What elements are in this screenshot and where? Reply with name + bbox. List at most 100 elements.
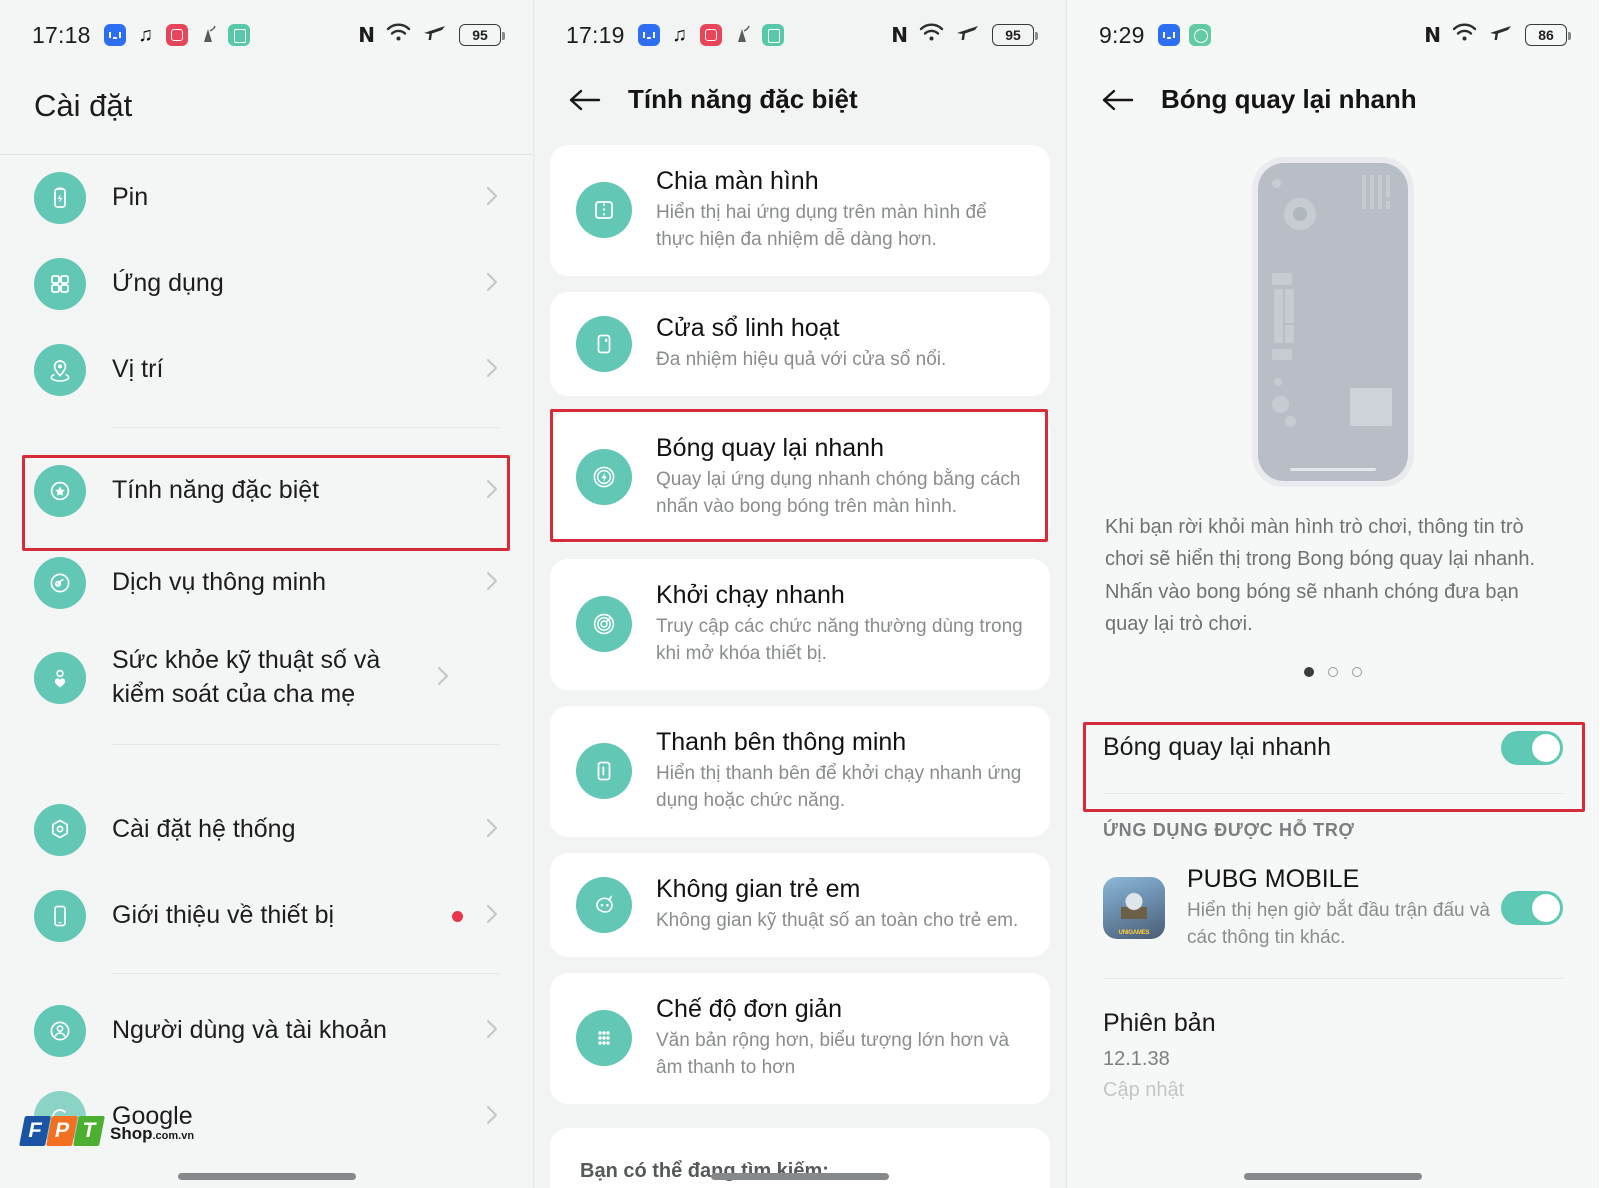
chevron-right-icon xyxy=(481,267,503,302)
tiktok-icon: ♫ xyxy=(672,24,688,46)
sidebar-item-ung-dung[interactable]: Ứng dụng xyxy=(0,241,533,327)
feature-card-thanh-ben-thong-minh[interactable]: Thanh bên thông minh Hiển thị thanh bên … xyxy=(550,705,1050,837)
feature-card-khoi-chay-nhanh[interactable]: Khởi chạy nhanh Truy cập các chức năng t… xyxy=(550,558,1050,690)
home-indicator[interactable] xyxy=(177,1173,356,1180)
sidebar-item-label: Dịch vụ thông minh xyxy=(112,568,327,597)
broadcast-icon xyxy=(637,24,660,46)
airplane-mode-icon xyxy=(956,21,980,49)
panel-special-features: 17:19 ♫ N 95 Tính năng đặc biệt Chia màn… xyxy=(533,0,1066,1188)
fpt-shop-domain: .com.vn xyxy=(152,1130,195,1142)
carousel-dots[interactable] xyxy=(1067,641,1599,677)
sidebar-item-pin[interactable]: Pin xyxy=(0,155,533,241)
feature-card-desc: Hiển thị hai ứng dụng trên màn hình để t… xyxy=(656,202,987,250)
status-time: 17:19 xyxy=(566,21,625,48)
sidebar-item-cai-dat-he-thong[interactable]: Cài đặt hệ thống xyxy=(0,787,533,873)
feature-card-desc: Văn bản rộng hơn, biểu tượng lớn hơn và … xyxy=(656,1029,1010,1078)
nfc-icon: N xyxy=(891,23,908,47)
update-app-icon xyxy=(1188,24,1211,46)
chevron-right-icon xyxy=(481,899,503,934)
feature-card-title: Cửa sổ linh hoạt xyxy=(656,313,840,342)
broadcast-icon xyxy=(1157,24,1180,46)
wifi-icon xyxy=(919,22,944,48)
feature-card-title: Bóng quay lại nhanh xyxy=(656,433,884,462)
screenshot-triptych: 17:18 ♫ N 95 Cài đặt Pin Ứng dụng Vị trí… xyxy=(0,0,1600,1188)
feature-card-title: Thanh bên thông minh xyxy=(656,727,907,756)
feature-card-title: Chia màn hình xyxy=(656,167,819,195)
nav-bar: Bóng quay lại nhanh xyxy=(1067,70,1599,145)
antenna-icon xyxy=(731,24,753,46)
home-indicator[interactable] xyxy=(711,1173,889,1180)
tiktok-icon: ♫ xyxy=(138,24,154,46)
sidebar-item-label: Sức khỏe kỹ thuật số và kiểm soát của ch… xyxy=(112,646,381,708)
feature-card-cua-so-linh-hoat[interactable]: Cửa sổ linh hoạt Đa nhiệm hiệu quả với c… xyxy=(550,291,1050,396)
main-toggle-row[interactable]: Bóng quay lại nhanh xyxy=(1067,703,1599,793)
home-indicator[interactable] xyxy=(1244,1173,1422,1180)
fpt-logo-marks: F P T xyxy=(19,1116,105,1146)
status-time: 9:29 xyxy=(1099,21,1145,48)
feature-card-desc: Truy cập các chức năng thường dùng trong… xyxy=(656,615,1023,664)
star-badge-icon xyxy=(34,465,86,517)
feature-card-bong-quay-lai-nhanh[interactable]: Bóng quay lại nhanh Quay lại ứng dụng nh… xyxy=(550,411,1050,543)
quick-return-bubble-icon xyxy=(576,449,632,506)
sidebar-item-vi-tri[interactable]: Vị trí xyxy=(0,327,533,413)
feature-card-title: Không gian trẻ em xyxy=(656,874,861,903)
version-block: Phiên bản 12.1.38 Cập nhật xyxy=(1067,979,1599,1102)
battery-indicator: 86 xyxy=(1525,24,1571,46)
feature-card-desc: Quay lại ứng dụng nhanh chóng bằng cách … xyxy=(656,468,1021,517)
carousel-dot-2[interactable] xyxy=(1328,666,1338,677)
battery-indicator: 95 xyxy=(459,24,505,46)
status-bar-right: N 95 xyxy=(358,21,505,49)
battery-indicator: 95 xyxy=(992,24,1038,46)
fpt-shop-word: Shop xyxy=(110,1124,153,1143)
feature-card-text: Cửa sổ linh hoạt Đa nhiệm hiệu quả với c… xyxy=(656,314,1024,374)
sidebar-item-label: Cài đặt hệ thống xyxy=(112,815,296,844)
fpt-letter: T xyxy=(73,1116,105,1146)
feature-card-text: Khởi chạy nhanh Truy cập các chức năng t… xyxy=(656,581,1024,668)
carousel-dot-3[interactable] xyxy=(1352,666,1362,677)
sidebar-item-tinh-nang-dac-biet[interactable]: Tính năng đặc biệt xyxy=(0,442,533,540)
chevron-right-icon xyxy=(481,181,503,216)
carousel-dot-1[interactable] xyxy=(1304,666,1314,677)
wifi-icon xyxy=(386,22,411,48)
chevron-right-icon xyxy=(481,353,503,388)
sidebar-item-dich-vu-thong-minh[interactable]: Dịch vụ thông minh xyxy=(0,540,533,626)
supported-app-row-pubg[interactable]: PUBG MOBILE Hiển thị hẹn giờ bắt đầu trậ… xyxy=(1067,855,1599,978)
feature-card-text: Bóng quay lại nhanh Quay lại ứng dụng nh… xyxy=(656,434,1024,521)
system-settings-icon xyxy=(34,804,86,856)
chevron-right-icon xyxy=(481,474,503,509)
location-pin-icon xyxy=(34,344,86,396)
back-arrow-icon[interactable] xyxy=(1101,87,1135,113)
status-bar: 17:18 ♫ N 95 xyxy=(0,0,533,70)
sidebar-item-label: Pin xyxy=(112,183,149,212)
status-time: 17:18 xyxy=(32,21,91,48)
version-update-label[interactable]: Cập nhật xyxy=(1103,1079,1563,1102)
status-bar-left: 17:19 ♫ xyxy=(566,22,784,49)
user-account-icon xyxy=(34,1005,86,1057)
hero-description: Khi bạn rời khỏi màn hình trò chơi, thôn… xyxy=(1105,516,1536,636)
sidebar-item-nguoi-dung-va-tai-khoan[interactable]: Người dùng và tài khoản xyxy=(0,988,533,1074)
digital-wellbeing-icon xyxy=(34,652,86,704)
wifi-icon xyxy=(1452,22,1477,48)
simple-mode-icon xyxy=(576,1010,632,1067)
supported-app-toggle[interactable] xyxy=(1501,891,1563,926)
sidebar-item-label: Người dùng và tài khoản xyxy=(112,1016,387,1045)
panel-quick-return-bubble: 9:29 N 86 Bóng quay lại nhanh Khi bạn rờ… xyxy=(1066,0,1599,1188)
main-toggle-switch[interactable] xyxy=(1501,730,1563,765)
version-title: Phiên bản xyxy=(1103,1008,1216,1037)
shopping-app-icon xyxy=(761,24,784,46)
feature-card-text: Thanh bên thông minh Hiển thị thanh bên … xyxy=(656,728,1024,815)
status-bar-left: 9:29 xyxy=(1099,22,1211,49)
chevron-right-icon xyxy=(481,1014,503,1049)
back-arrow-icon[interactable] xyxy=(568,87,602,113)
shopping-app-icon xyxy=(227,24,250,46)
sidebar-item-gioi-thieu-ve-thiet-bi[interactable]: Giới thiệu về thiết bị xyxy=(0,873,533,959)
feature-card-che-do-don-gian[interactable]: Chế độ đơn giản Văn bản rộng hơn, biểu t… xyxy=(550,972,1050,1104)
kids-space-icon xyxy=(576,876,632,933)
feature-card-chia-man-hinh[interactable]: Chia màn hình Hiển thị hai ứng dụng trên… xyxy=(550,145,1050,276)
airplane-mode-icon xyxy=(423,21,447,49)
sidebar-item-suc-khoe-ky-thuat-so[interactable]: Sức khỏe kỹ thuật số và kiểm soát của ch… xyxy=(0,626,533,730)
feature-card-khong-gian-tre-em[interactable]: Không gian trẻ em Không gian kỹ thuật số… xyxy=(550,852,1050,957)
sidebar-item-label: Vị trí xyxy=(112,355,164,384)
smart-sidebar-icon xyxy=(576,743,632,800)
supported-app-desc: Hiển thị hẹn giờ bắt đầu trận đấu và các… xyxy=(1187,899,1490,948)
